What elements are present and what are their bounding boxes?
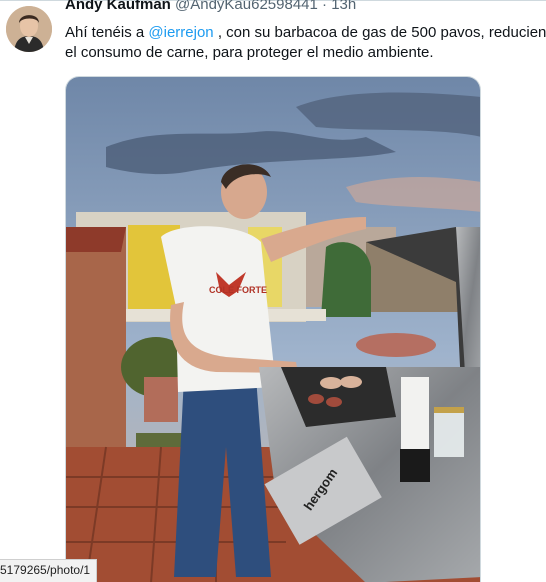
tweet-text-suffix: , con su barbacoa de gas de 500 pavos, r… bbox=[213, 24, 546, 41]
tweet-text-prefix: Ahí tenéis a bbox=[65, 24, 149, 41]
status-bar-url: 5179265/photo/1 bbox=[0, 559, 98, 582]
tweet-photo[interactable]: COLE FORTE hergom bbox=[65, 76, 481, 582]
tweet-time[interactable]: 13h bbox=[331, 0, 356, 13]
separator-dot: · bbox=[322, 0, 328, 13]
author-handle[interactable]: @AndyKau62598441 bbox=[175, 0, 318, 13]
mention-link[interactable]: @ierrejon bbox=[148, 24, 213, 41]
photo-bbq-scene: COLE FORTE hergom bbox=[66, 77, 480, 582]
author-name[interactable]: Andy Kaufman bbox=[65, 0, 171, 13]
shirt-print: COLE FORTE bbox=[209, 285, 267, 295]
author-avatar[interactable] bbox=[6, 6, 52, 52]
tweet-text: Ahí tenéis a @ierrejon , con su barbacoa… bbox=[65, 23, 546, 63]
tweet-text-line-1: Ahí tenéis a @ierrejon , con su barbacoa… bbox=[65, 23, 546, 43]
avatar-image bbox=[6, 6, 52, 52]
tweet-text-line-2: el consumo de carne, para proteger el me… bbox=[65, 44, 434, 61]
tweet-header: Andy Kaufman @AndyKau62598441 · 13h bbox=[65, 0, 356, 15]
